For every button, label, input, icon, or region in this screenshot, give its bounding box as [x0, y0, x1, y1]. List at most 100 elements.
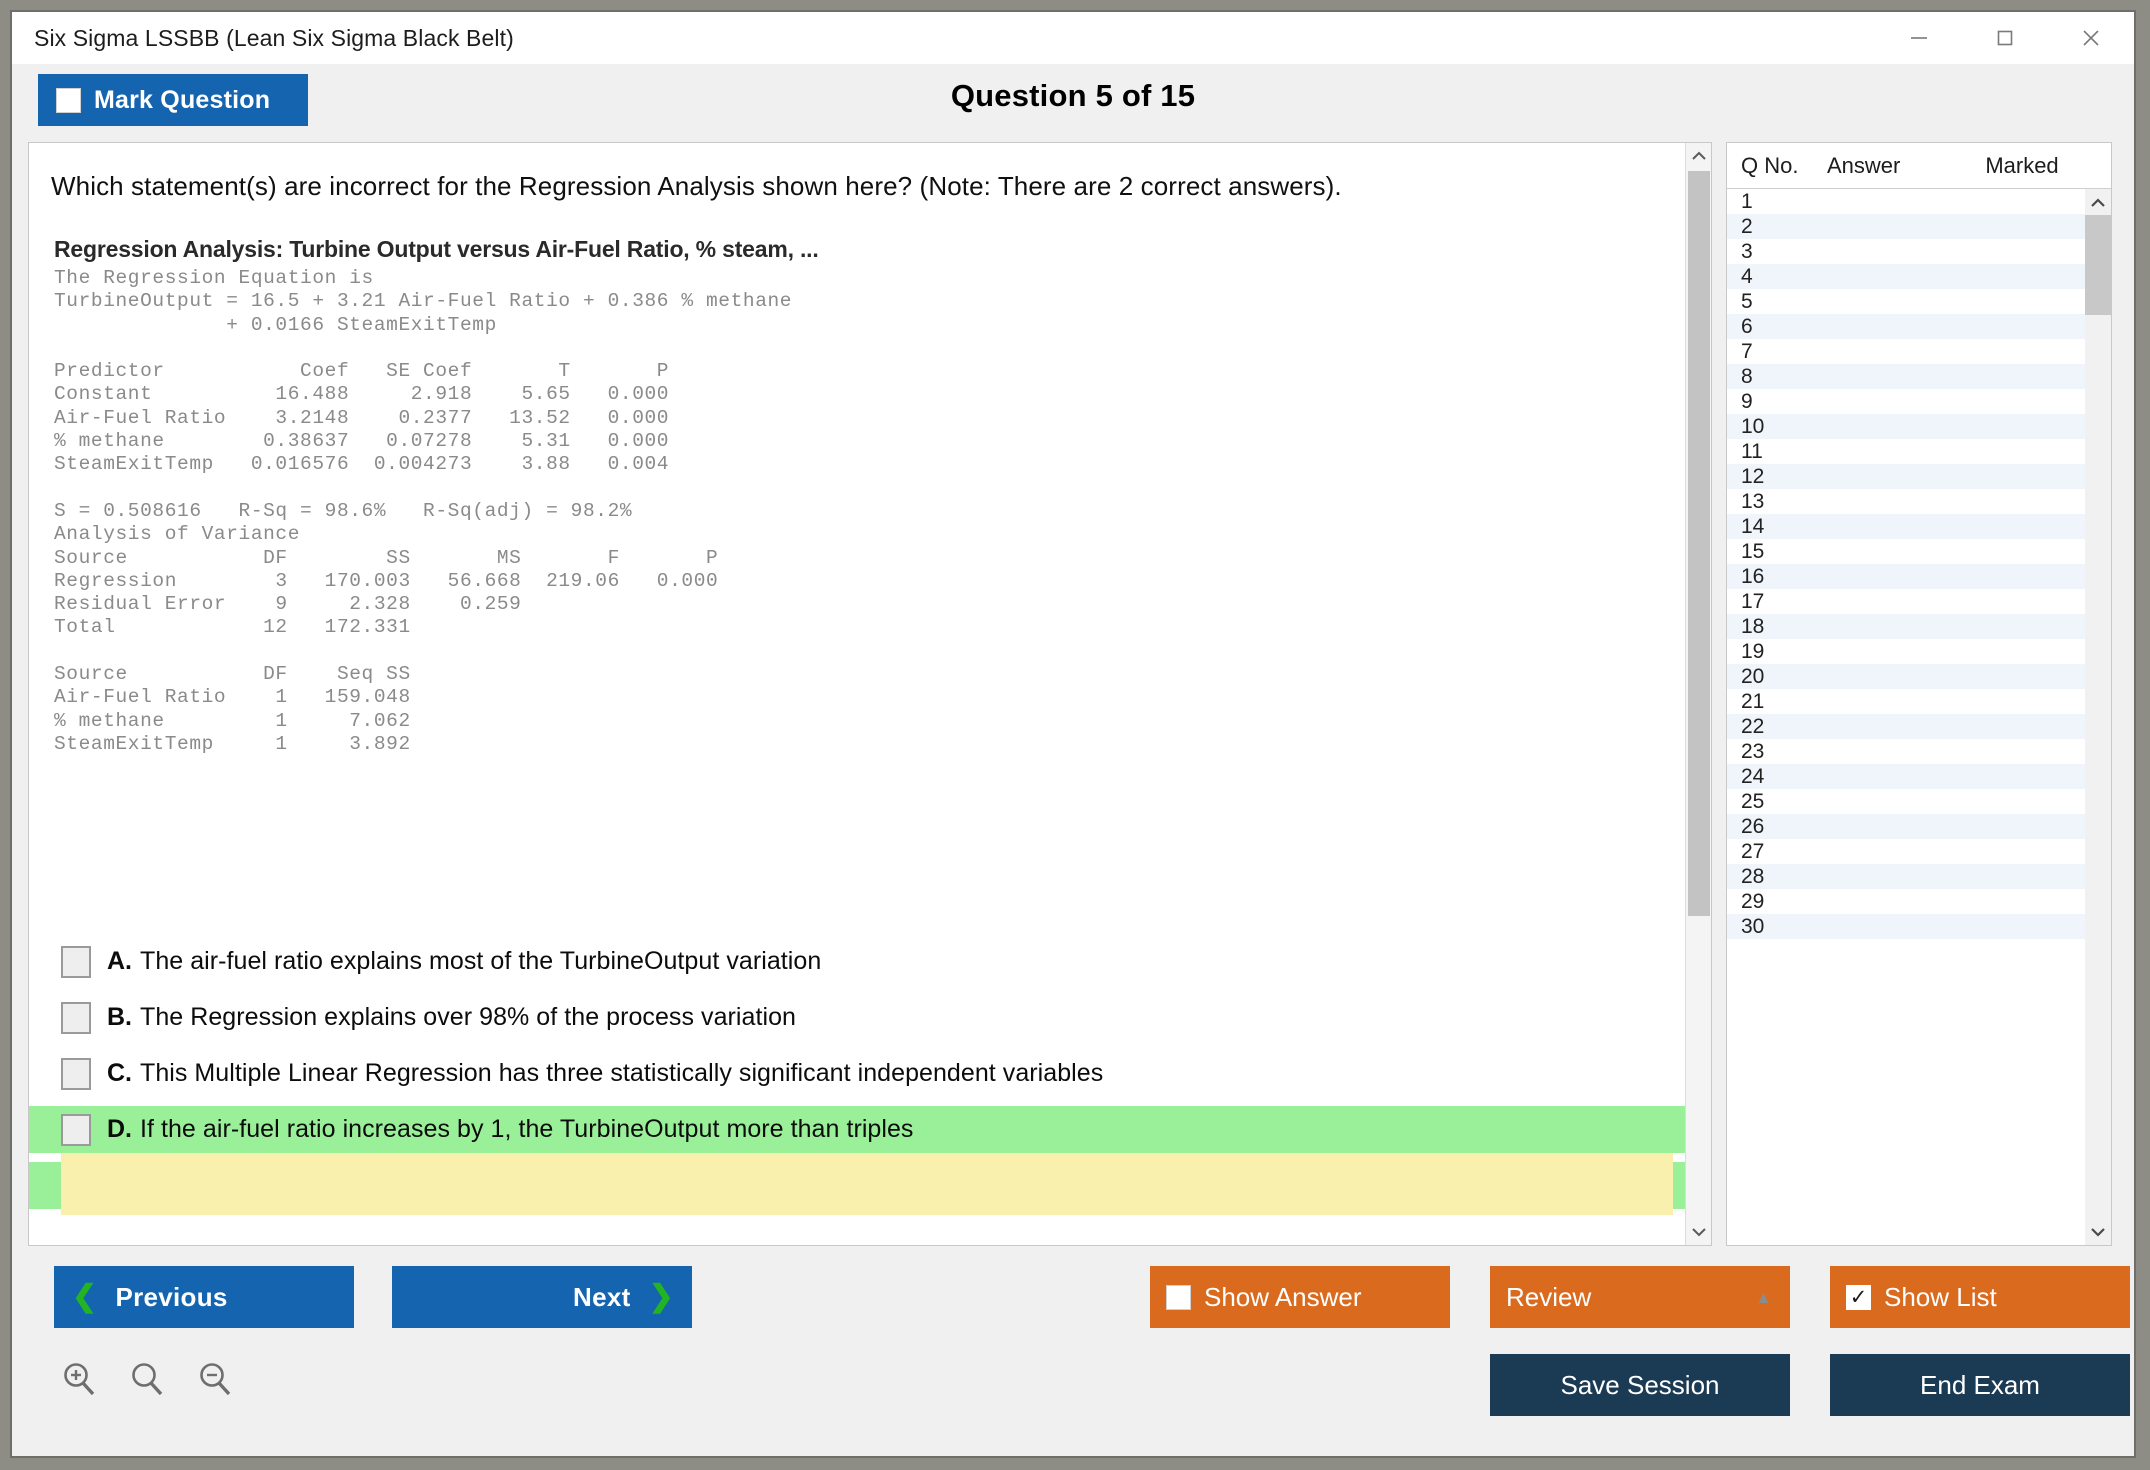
- close-icon[interactable]: [2048, 12, 2134, 64]
- question-pane-scroll-track[interactable]: [1686, 918, 1711, 1219]
- body-area: Which statement(s) are incorrect for the…: [12, 142, 2134, 1246]
- end-exam-button[interactable]: End Exam: [1830, 1354, 2130, 1416]
- zoom-in-icon[interactable]: [58, 1358, 100, 1405]
- question-list-row[interactable]: 27: [1727, 839, 2085, 864]
- show-answer-button[interactable]: Show Answer: [1150, 1266, 1450, 1328]
- question-list-row[interactable]: 4: [1727, 264, 2085, 289]
- show-answer-label: Show Answer: [1204, 1282, 1362, 1313]
- row-qno: 17: [1741, 590, 1837, 614]
- question-pane-container: Which statement(s) are incorrect for the…: [28, 142, 1712, 1246]
- chevron-right-icon: ❯: [649, 1282, 674, 1312]
- answer-option-checkbox[interactable]: [61, 1058, 91, 1090]
- answer-option-letter: D.: [107, 1115, 132, 1144]
- row-qno: 8: [1741, 365, 1837, 389]
- show-list-button[interactable]: ✓ Show List: [1830, 1266, 2130, 1328]
- question-list-row[interactable]: 7: [1727, 339, 2085, 364]
- zoom-out-icon[interactable]: [194, 1358, 236, 1405]
- previous-button[interactable]: ❮ Previous: [54, 1266, 354, 1328]
- question-list-row[interactable]: 2: [1727, 214, 2085, 239]
- row-qno: 6: [1741, 315, 1837, 339]
- row-qno: 22: [1741, 715, 1837, 739]
- question-list-row[interactable]: 5: [1727, 289, 2085, 314]
- question-list-row[interactable]: 10: [1727, 414, 2085, 439]
- row-qno: 19: [1741, 640, 1837, 664]
- question-list-row[interactable]: 6: [1727, 314, 2085, 339]
- question-pane-scroll-thumb[interactable]: [1688, 171, 1710, 916]
- question-list-row[interactable]: 16: [1727, 564, 2085, 589]
- question-list-row[interactable]: 14: [1727, 514, 2085, 539]
- answer-option-checkbox[interactable]: [61, 1002, 91, 1034]
- chevron-left-icon: ❮: [72, 1282, 97, 1312]
- answer-banner: [61, 1153, 1673, 1215]
- question-list-scroll-track[interactable]: [2085, 315, 2111, 1219]
- question-list-row[interactable]: 28: [1727, 864, 2085, 889]
- next-button[interactable]: Next ❯: [392, 1266, 692, 1328]
- row-qno: 14: [1741, 515, 1837, 539]
- row-qno: 2: [1741, 215, 1837, 239]
- row-qno: 13: [1741, 490, 1837, 514]
- answer-option-c[interactable]: C.This Multiple Linear Regression has th…: [29, 1050, 1685, 1097]
- answer-option-d[interactable]: D.If the air-fuel ratio increases by 1, …: [29, 1106, 1685, 1153]
- question-list-row[interactable]: 25: [1727, 789, 2085, 814]
- row-qno: 12: [1741, 465, 1837, 489]
- row-qno: 15: [1741, 540, 1837, 564]
- scroll-up-icon[interactable]: [1686, 143, 1711, 169]
- question-list-scrollbar[interactable]: [2085, 189, 2111, 1245]
- list-scroll-up-icon[interactable]: [2085, 189, 2111, 215]
- question-list-row[interactable]: 30: [1727, 914, 2085, 939]
- question-list-row[interactable]: 11: [1727, 439, 2085, 464]
- question-list-row[interactable]: 23: [1727, 739, 2085, 764]
- show-answer-checkbox[interactable]: [1166, 1285, 1191, 1310]
- answer-option-letter: A.: [107, 947, 132, 976]
- save-session-button[interactable]: Save Session: [1490, 1354, 1790, 1416]
- question-list-row[interactable]: 1: [1727, 189, 2085, 214]
- row-qno: 23: [1741, 740, 1837, 764]
- maximize-icon[interactable]: [1962, 12, 2048, 64]
- regression-exhibit-title: Regression Analysis: Turbine Output vers…: [54, 236, 954, 263]
- row-qno: 10: [1741, 415, 1837, 439]
- answer-option-b[interactable]: B.The Regression explains over 98% of th…: [29, 994, 1685, 1041]
- question-prompt: Which statement(s) are incorrect for the…: [51, 171, 1685, 202]
- question-list-row[interactable]: 24: [1727, 764, 2085, 789]
- minimize-icon[interactable]: [1876, 12, 1962, 64]
- question-list-scroll-thumb[interactable]: [2085, 215, 2111, 315]
- question-list-row[interactable]: 29: [1727, 889, 2085, 914]
- column-header-qno: Q No.: [1727, 153, 1827, 179]
- answer-option-text: This Multiple Linear Regression has thre…: [140, 1059, 1103, 1088]
- question-list-row[interactable]: 3: [1727, 239, 2085, 264]
- window-controls: [1876, 12, 2134, 64]
- question-list-row[interactable]: 26: [1727, 814, 2085, 839]
- answer-option-a[interactable]: A.The air-fuel ratio explains most of th…: [29, 938, 1685, 985]
- question-list-row[interactable]: 9: [1727, 389, 2085, 414]
- question-list-panel: Q No. Answer Marked 12345678910111213141…: [1726, 142, 2112, 1246]
- question-pane-scrollbar[interactable]: [1685, 143, 1711, 1245]
- exam-window: Six Sigma LSSBB (Lean Six Sigma Black Be…: [10, 10, 2136, 1458]
- question-list-row[interactable]: 20: [1727, 664, 2085, 689]
- previous-button-label: Previous: [115, 1282, 227, 1313]
- row-qno: 29: [1741, 890, 1837, 914]
- question-list-row[interactable]: 21: [1727, 689, 2085, 714]
- list-scroll-down-icon[interactable]: [2085, 1219, 2111, 1245]
- question-list-row[interactable]: 17: [1727, 589, 2085, 614]
- question-list-rows[interactable]: 1234567891011121314151617181920212223242…: [1727, 189, 2085, 1245]
- zoom-reset-icon[interactable]: [126, 1358, 168, 1405]
- footer-toolbar: ❮ Previous Next ❯ Show Answer Review ▲: [12, 1246, 2134, 1456]
- answer-option-checkbox[interactable]: [61, 946, 91, 978]
- scroll-down-icon[interactable]: [1686, 1219, 1711, 1245]
- question-list-row[interactable]: 8: [1727, 364, 2085, 389]
- question-list-row[interactable]: 15: [1727, 539, 2085, 564]
- row-qno: 1: [1741, 190, 1837, 214]
- show-list-checkbox[interactable]: ✓: [1846, 1285, 1871, 1310]
- question-list-row[interactable]: 18: [1727, 614, 2085, 639]
- review-dropdown[interactable]: Review ▲: [1490, 1266, 1790, 1328]
- question-list-row[interactable]: 12: [1727, 464, 2085, 489]
- question-pane: Which statement(s) are incorrect for the…: [29, 143, 1685, 1245]
- row-qno: 30: [1741, 915, 1837, 939]
- regression-exhibit-body: The Regression Equation is TurbineOutput…: [54, 267, 954, 756]
- question-list-row[interactable]: 19: [1727, 639, 2085, 664]
- question-list-row[interactable]: 13: [1727, 489, 2085, 514]
- row-qno: 18: [1741, 615, 1837, 639]
- title-bar: Six Sigma LSSBB (Lean Six Sigma Black Be…: [12, 12, 2134, 64]
- question-list-row[interactable]: 22: [1727, 714, 2085, 739]
- answer-option-checkbox[interactable]: [61, 1114, 91, 1146]
